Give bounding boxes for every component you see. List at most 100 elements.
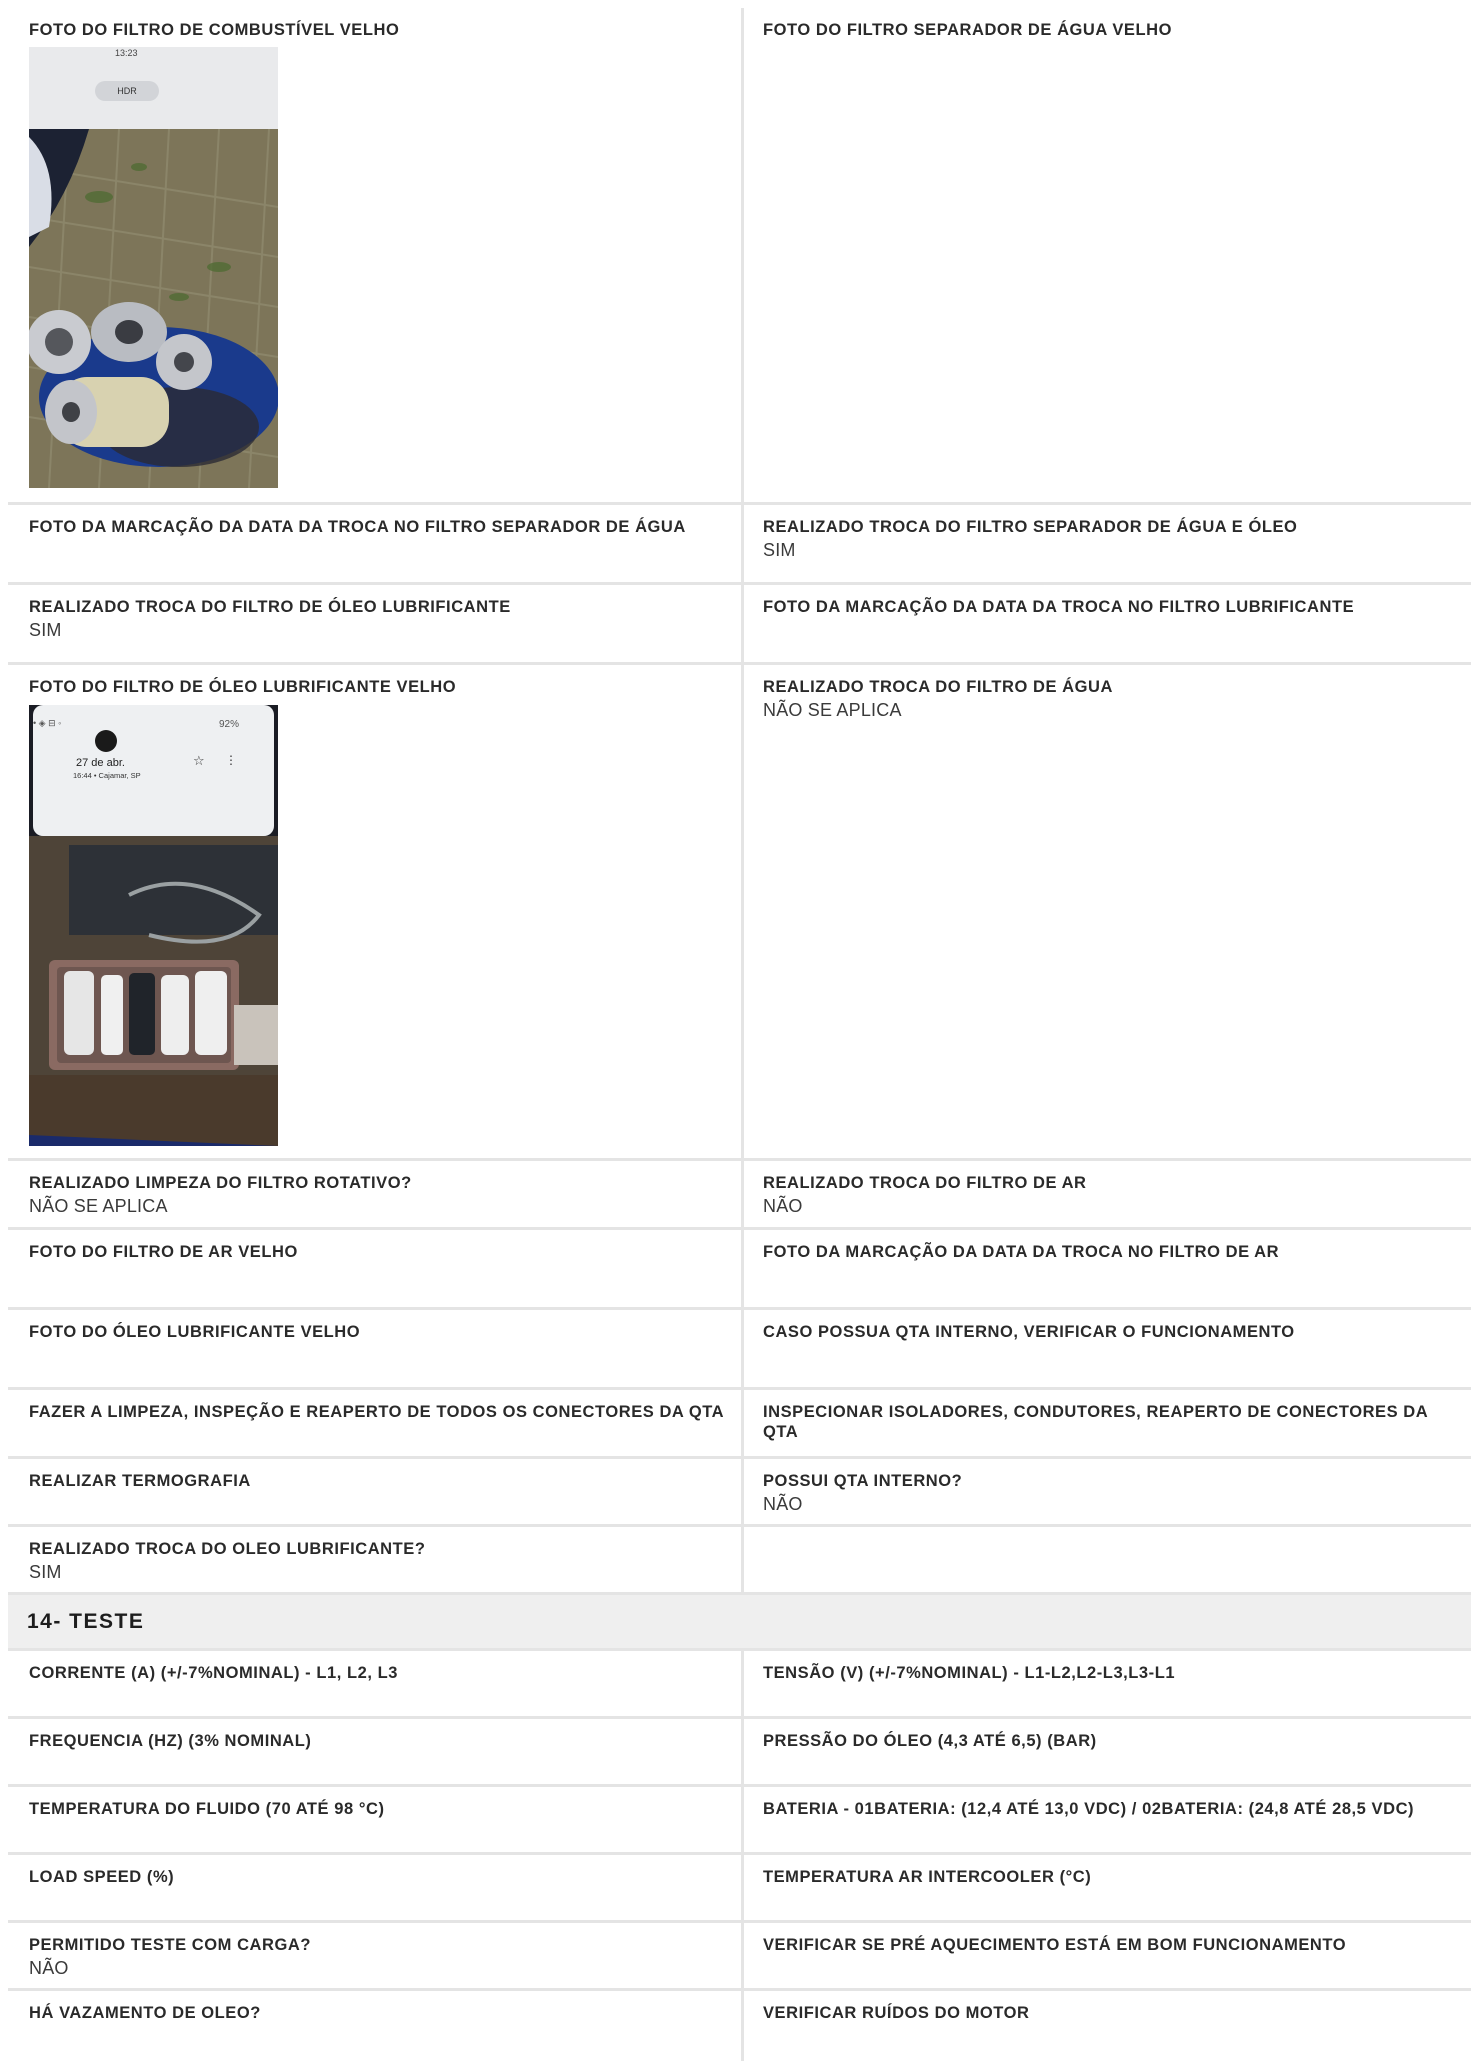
- form-field: REALIZADO TROCA DO OLEO LUBRIFICANTE? SI…: [8, 1527, 744, 1592]
- field-label: TEMPERATURA DO FLUIDO (70 ATÉ 98 °C): [29, 1800, 385, 1818]
- photo-hdr-badge: HDR: [95, 81, 159, 101]
- form-row: FREQUENCIA (HZ) (3% NOMINAL) PRESSÃO DO …: [8, 1719, 1471, 1787]
- form-field: FOTO DA MARCAÇÃO DA DATA DA TROCA NO FIL…: [744, 585, 1471, 662]
- form-field: REALIZAR TERMOGRAFIA: [8, 1459, 744, 1524]
- field-label: REALIZADO TROCA DO OLEO LUBRIFICANTE?: [29, 1540, 426, 1558]
- field-label: FOTO DA MARCAÇÃO DA DATA DA TROCA NO FIL…: [763, 1243, 1280, 1261]
- photo-image: [29, 47, 278, 488]
- old-fuel-filter-photo[interactable]: 13:23 HDR: [29, 47, 278, 488]
- form-field: REALIZADO LIMPEZA DO FILTRO ROTATIVO? NÃ…: [8, 1161, 744, 1227]
- field-label: VERIFICAR SE PRÉ AQUECIMENTO ESTÁ EM BOM…: [763, 1936, 1347, 1954]
- star-icon: ☆: [193, 753, 205, 768]
- form-field: FOTO DA MARCAÇÃO DA DATA DA TROCA NO FIL…: [8, 505, 744, 582]
- field-label: BATERIA - 01BATERIA: (12,4 ATÉ 13,0 VDC)…: [763, 1800, 1415, 1818]
- form-field: FAZER A LIMPEZA, INSPEÇÃO E REAPERTO DE …: [8, 1390, 744, 1456]
- field-label: VERIFICAR RUÍDOS DO MOTOR: [763, 2004, 1030, 2022]
- field-label: FOTO DO FILTRO DE ÓLEO LUBRIFICANTE VELH…: [29, 678, 457, 696]
- form-field: HÁ VAZAMENTO DE OLEO?: [8, 1991, 744, 2061]
- form-field: REALIZADO TROCA DO FILTRO DE ÓLEO LUBRIF…: [8, 585, 744, 662]
- checklist-page: FOTO DO FILTRO DE COMBUSTÍVEL VELHO 13:2…: [8, 8, 1471, 2061]
- field-label: REALIZAR TERMOGRAFIA: [29, 1472, 251, 1490]
- form-field: TENSÃO (V) (+/-7%NOMINAL) - L1-L2,L2-L3,…: [744, 1651, 1471, 1716]
- field-label: PRESSÃO DO ÓLEO (4,3 ATÉ 6,5) (BAR): [763, 1732, 1097, 1750]
- field-label: FOTO DO ÓLEO LUBRIFICANTE VELHO: [29, 1323, 361, 1341]
- form-field: FOTO DO FILTRO SEPARADOR DE ÁGUA VELHO: [744, 8, 1471, 502]
- photo-time: 13:23: [115, 48, 138, 58]
- field-label: TEMPERATURA AR INTERCOOLER (°C): [763, 1868, 1092, 1886]
- form-field: PRESSÃO DO ÓLEO (4,3 ATÉ 6,5) (BAR): [744, 1719, 1471, 1784]
- photo-image: [29, 705, 278, 1146]
- form-row: REALIZADO TROCA DO OLEO LUBRIFICANTE? SI…: [8, 1527, 1471, 1592]
- field-value: NÃO SE APLICA: [763, 700, 902, 720]
- form-row: FOTO DA MARCAÇÃO DA DATA DA TROCA NO FIL…: [8, 505, 1471, 585]
- field-label: REALIZADO TROCA DO FILTRO DE ÓLEO LUBRIF…: [29, 598, 511, 616]
- form-field: FOTO DO FILTRO DE AR VELHO: [8, 1230, 744, 1307]
- photo-place: 16:44 • Cajamar, SP: [73, 771, 141, 780]
- field-label: TENSÃO (V) (+/-7%NOMINAL) - L1-L2,L2-L3,…: [763, 1664, 1176, 1682]
- form-field: VERIFICAR SE PRÉ AQUECIMENTO ESTÁ EM BOM…: [744, 1923, 1471, 1988]
- form-field: VERIFICAR RUÍDOS DO MOTOR: [744, 1991, 1471, 2061]
- form-row: PERMITIDO TESTE COM CARGA? NÃO VERIFICAR…: [8, 1923, 1471, 1991]
- field-label: INSPECIONAR ISOLADORES, CONDUTORES, REAP…: [763, 1403, 1428, 1441]
- form-field: REALIZADO TROCA DO FILTRO DE AR NÃO: [744, 1161, 1471, 1227]
- field-value: SIM: [29, 620, 62, 640]
- field-label: FAZER A LIMPEZA, INSPEÇÃO E REAPERTO DE …: [29, 1403, 725, 1421]
- form-row: FOTO DO ÓLEO LUBRIFICANTE VELHO CASO POS…: [8, 1310, 1471, 1390]
- form-field: FOTO DO ÓLEO LUBRIFICANTE VELHO: [8, 1310, 744, 1387]
- form-field: FOTO DA MARCAÇÃO DA DATA DA TROCA NO FIL…: [744, 1230, 1471, 1307]
- form-row: LOAD SPEED (%) TEMPERATURA AR INTERCOOLE…: [8, 1855, 1471, 1923]
- form-row: FOTO DO FILTRO DE COMBUSTÍVEL VELHO 13:2…: [8, 8, 1471, 505]
- field-label: REALIZADO LIMPEZA DO FILTRO ROTATIVO?: [29, 1174, 412, 1192]
- field-label: FOTO DO FILTRO SEPARADOR DE ÁGUA VELHO: [763, 21, 1172, 39]
- form-field: [744, 1527, 1471, 1592]
- form-row: CORRENTE (A) (+/-7%NOMINAL) - L1, L2, L3…: [8, 1651, 1471, 1719]
- field-label: LOAD SPEED (%): [29, 1868, 175, 1886]
- more-icon: ⋮: [225, 753, 237, 767]
- field-label: FOTO DA MARCAÇÃO DA DATA DA TROCA NO FIL…: [29, 518, 686, 536]
- form-field: TEMPERATURA DO FLUIDO (70 ATÉ 98 °C): [8, 1787, 744, 1852]
- form-field: FREQUENCIA (HZ) (3% NOMINAL): [8, 1719, 744, 1784]
- field-value: NÃO: [29, 1958, 69, 1978]
- form-row: HÁ VAZAMENTO DE OLEO? VERIFICAR RUÍDOS D…: [8, 1991, 1471, 2061]
- form-row: TEMPERATURA DO FLUIDO (70 ATÉ 98 °C) BAT…: [8, 1787, 1471, 1855]
- form-field: REALIZADO TROCA DO FILTRO SEPARADOR DE Á…: [744, 505, 1471, 582]
- form-field: CORRENTE (A) (+/-7%NOMINAL) - L1, L2, L3: [8, 1651, 744, 1716]
- status-icons: • ◈ ⊟ ◦: [33, 718, 62, 728]
- field-label: FOTO DO FILTRO DE AR VELHO: [29, 1243, 298, 1261]
- field-label: FREQUENCIA (HZ) (3% NOMINAL): [29, 1732, 312, 1750]
- form-field: FOTO DO FILTRO DE ÓLEO LUBRIFICANTE VELH…: [8, 665, 744, 1158]
- photo-battery: 92%: [219, 719, 240, 730]
- field-label: FOTO DO FILTRO DE COMBUSTÍVEL VELHO: [29, 21, 400, 39]
- field-label: REALIZADO TROCA DO FILTRO DE ÁGUA: [763, 678, 1113, 696]
- form-field: INSPECIONAR ISOLADORES, CONDUTORES, REAP…: [744, 1390, 1471, 1456]
- form-row: REALIZAR TERMOGRAFIA POSSUI QTA INTERNO?…: [8, 1459, 1471, 1527]
- form-row: REALIZADO LIMPEZA DO FILTRO ROTATIVO? NÃ…: [8, 1161, 1471, 1230]
- field-label: POSSUI QTA INTERNO?: [763, 1472, 963, 1490]
- field-value: NÃO: [763, 1494, 803, 1514]
- form-row: REALIZADO TROCA DO FILTRO DE ÓLEO LUBRIF…: [8, 585, 1471, 665]
- form-field: LOAD SPEED (%): [8, 1855, 744, 1920]
- old-lube-oil-filter-photo[interactable]: • ◈ ⊟ ◦ 92% 27 de abr. 16:44 • Cajamar, …: [29, 705, 278, 1146]
- field-label: CORRENTE (A) (+/-7%NOMINAL) - L1, L2, L3: [29, 1664, 398, 1682]
- field-label: FOTO DA MARCAÇÃO DA DATA DA TROCA NO FIL…: [763, 598, 1355, 616]
- section-title: 14- TESTE: [27, 1609, 145, 1633]
- field-label: REALIZADO TROCA DO FILTRO SEPARADOR DE Á…: [763, 518, 1298, 536]
- form-field: FOTO DO FILTRO DE COMBUSTÍVEL VELHO 13:2…: [8, 8, 744, 502]
- form-field: TEMPERATURA AR INTERCOOLER (°C): [744, 1855, 1471, 1920]
- field-label: PERMITIDO TESTE COM CARGA?: [29, 1936, 311, 1954]
- field-value: SIM: [29, 1562, 62, 1582]
- form-field: REALIZADO TROCA DO FILTRO DE ÁGUA NÃO SE…: [744, 665, 1471, 1158]
- form-row: FOTO DO FILTRO DE AR VELHO FOTO DA MARCA…: [8, 1230, 1471, 1310]
- form-field: PERMITIDO TESTE COM CARGA? NÃO: [8, 1923, 744, 1988]
- form-field: POSSUI QTA INTERNO? NÃO: [744, 1459, 1471, 1524]
- field-label: REALIZADO TROCA DO FILTRO DE AR: [763, 1174, 1087, 1192]
- field-label: HÁ VAZAMENTO DE OLEO?: [29, 2004, 261, 2022]
- form-field: BATERIA - 01BATERIA: (12,4 ATÉ 13,0 VDC)…: [744, 1787, 1471, 1852]
- hdr-label: HDR: [117, 86, 137, 96]
- field-value: NÃO SE APLICA: [29, 1196, 168, 1216]
- form-row: FOTO DO FILTRO DE ÓLEO LUBRIFICANTE VELH…: [8, 665, 1471, 1161]
- section-header: 14- TESTE: [8, 1592, 1471, 1651]
- field-value: NÃO: [763, 1196, 803, 1216]
- field-label: CASO POSSUA QTA INTERNO, VERIFICAR O FUN…: [763, 1323, 1295, 1341]
- form-row: FAZER A LIMPEZA, INSPEÇÃO E REAPERTO DE …: [8, 1390, 1471, 1459]
